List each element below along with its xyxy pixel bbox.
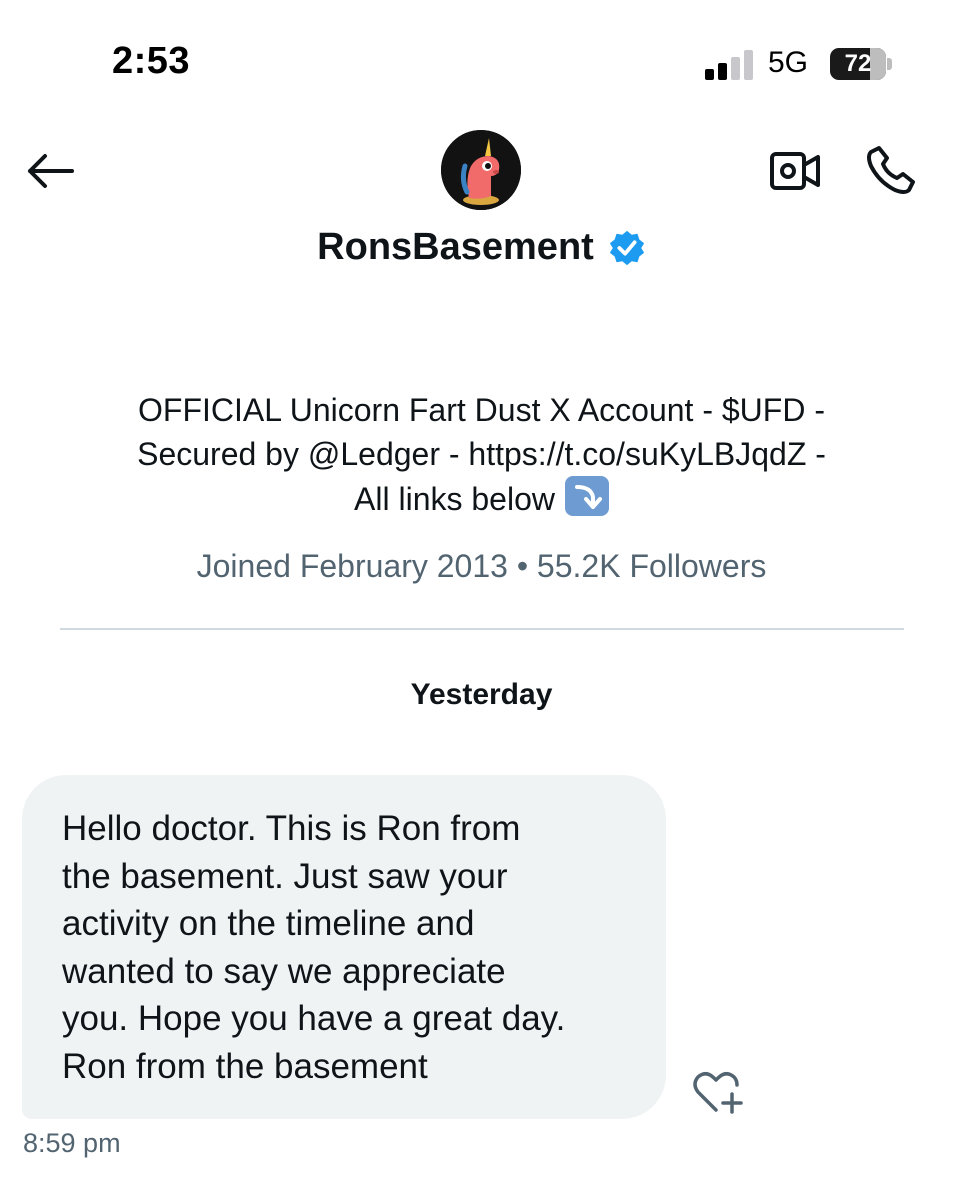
back-button[interactable]	[20, 145, 80, 197]
video-camera-icon	[770, 152, 820, 190]
profile-name-row: RonsBasement	[0, 226, 963, 269]
bio-line: Secured by @Ledger - https://t.co/suKyLB…	[137, 436, 826, 472]
signal-bar	[718, 63, 727, 80]
message-bubble[interactable]: Hello doctor. This is Ron from the basem…	[22, 775, 666, 1119]
video-call-button[interactable]	[762, 142, 828, 200]
add-reaction-button[interactable]	[690, 1066, 746, 1118]
battery-icon: 72	[830, 48, 892, 80]
battery-percent: 72	[844, 50, 872, 77]
display-name[interactable]: RonsBasement	[317, 226, 594, 269]
divider	[60, 628, 904, 630]
phone-icon	[867, 146, 915, 194]
bio-line: OFFICIAL Unicorn Fart Dust X Account - $…	[138, 392, 825, 428]
bio-line-text: All links below	[354, 481, 555, 517]
signal-bar	[731, 57, 740, 80]
message-line: wanted to say we appreciate	[62, 951, 506, 991]
message-line: the basement. Just saw your	[62, 856, 508, 896]
heart-plus-icon	[693, 1072, 743, 1114]
unicorn-avatar-image	[441, 130, 521, 210]
voice-call-button[interactable]	[858, 140, 924, 200]
date-separator: Yesterday	[410, 678, 553, 711]
network-type: 5G	[768, 46, 809, 79]
avatar[interactable]	[441, 130, 521, 210]
signal-bar	[705, 69, 714, 80]
signal-bar	[744, 50, 753, 80]
message-timestamp: 8:59 pm	[23, 1128, 121, 1158]
message-line: activity on the timeline and	[62, 904, 475, 943]
signal-strength-icon	[705, 50, 757, 80]
message-line: Hello doctor. This is Ron from	[62, 809, 521, 848]
profile-bio: OFFICIAL Unicorn Fart Dust X Account - $…	[60, 388, 903, 521]
message-line: Ron from the basement	[62, 1046, 428, 1086]
profile-meta: Joined February 2013 • 55.2K Followers	[196, 548, 767, 584]
bio-line-with-emoji: All links below	[60, 476, 903, 521]
status-bar: 2:53 5G 72	[0, 0, 963, 130]
message-text: Hello doctor. This is Ron from the basem…	[62, 805, 626, 1090]
arrow-left-icon	[28, 154, 74, 188]
arrow-down-right-emoji-icon	[564, 476, 609, 516]
message-line: you. Hope you have a great day.	[62, 999, 566, 1038]
status-time: 2:53	[112, 40, 191, 82]
verified-badge-icon	[609, 230, 644, 265]
